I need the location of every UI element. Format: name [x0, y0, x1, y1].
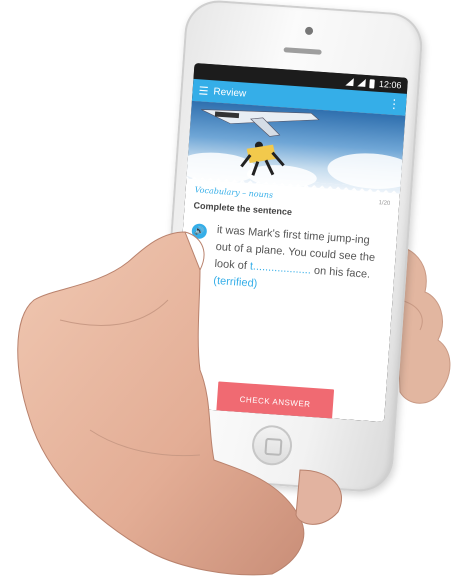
- status-time: 12:06: [378, 78, 402, 91]
- question-text: it was Mark's first time jump-ing out of…: [213, 222, 388, 302]
- hint-word: (terrified): [212, 274, 258, 290]
- phone-device: 12:06 ☰ Review ⋮ Vocabulary – nouns 1/20…: [153, 0, 425, 494]
- vertical-dots-icon[interactable]: ⋮: [388, 97, 401, 112]
- battery-icon: [369, 78, 376, 89]
- front-camera: [304, 26, 314, 36]
- wifi-icon: [345, 77, 355, 87]
- scene: 12:06 ☰ Review ⋮ Vocabulary – nouns 1/20…: [0, 0, 474, 583]
- progress-counter: 1/20: [378, 199, 391, 207]
- home-button[interactable]: [250, 423, 294, 467]
- skydiving-photo: [186, 100, 406, 194]
- review-card: Vocabulary – nouns 1/20 Complete the sen…: [170, 100, 406, 423]
- question-row: 🔊 it was Mark's first time jump-ing out …: [179, 210, 398, 303]
- sentence-part-2: on his face.: [313, 264, 371, 281]
- signal-icon: [357, 78, 367, 87]
- earpiece-speaker: [283, 47, 322, 55]
- speaker-icon[interactable]: 🔊: [191, 223, 208, 240]
- hamburger-icon[interactable]: ☰: [198, 84, 209, 98]
- answer-blank[interactable]: t...................: [250, 260, 312, 276]
- phone-screen: 12:06 ☰ Review ⋮ Vocabulary – nouns 1/20…: [170, 62, 409, 423]
- check-answer-button[interactable]: CHECK ANSWER: [216, 381, 335, 422]
